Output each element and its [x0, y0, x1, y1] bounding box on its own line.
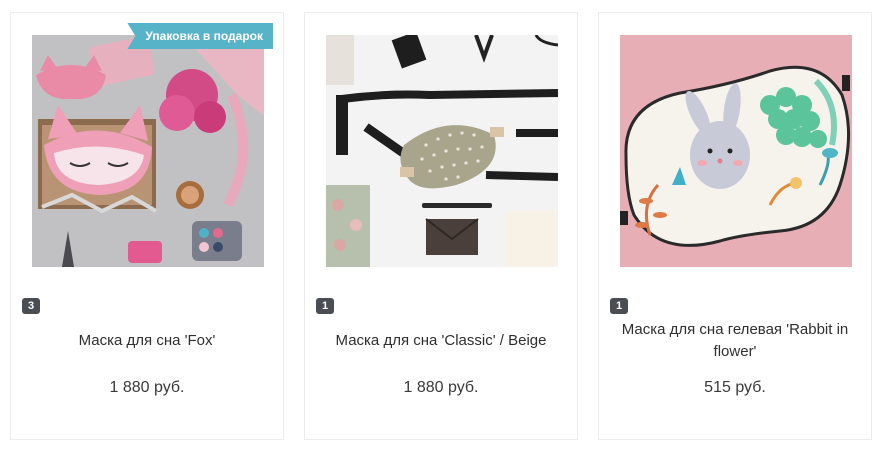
product-price: 515 руб. — [704, 379, 766, 396]
rabbit-mask-photo — [620, 35, 852, 267]
product-image-fox[interactable] — [32, 35, 264, 267]
quantity-badge: 1 — [610, 298, 628, 314]
fox-mask-photo — [32, 35, 264, 267]
product-price: 1 880 руб. — [109, 379, 185, 396]
quantity-badge: 1 — [316, 298, 334, 314]
classic-mask-photo — [326, 35, 558, 267]
quantity-badge: 3 — [22, 298, 40, 314]
product-card-fox[interactable]: Упаковка в подарок 3 Маска для сна 'Fox'… — [10, 12, 284, 440]
product-name[interactable]: Маска для сна 'Classic' / Beige — [315, 319, 567, 363]
gift-wrap-badge: Упаковка в подарок — [127, 23, 273, 49]
product-name[interactable]: Маска для сна 'Fox' — [21, 319, 273, 363]
product-price: 1 880 руб. — [403, 379, 479, 396]
product-card-rabbit-in-flower[interactable]: 1 Маска для сна гелевая 'Rabbit in flowe… — [598, 12, 872, 440]
product-image-classic-beige[interactable] — [326, 35, 558, 267]
product-card-classic-beige[interactable]: 1 Маска для сна 'Classic' / Beige 1 880 … — [304, 12, 578, 440]
product-image-rabbit-in-flower[interactable] — [620, 35, 852, 267]
product-name[interactable]: Маска для сна гелевая 'Rabbit in flower' — [609, 319, 861, 363]
product-grid: Упаковка в подарок 3 Маска для сна 'Fox'… — [0, 0, 895, 452]
